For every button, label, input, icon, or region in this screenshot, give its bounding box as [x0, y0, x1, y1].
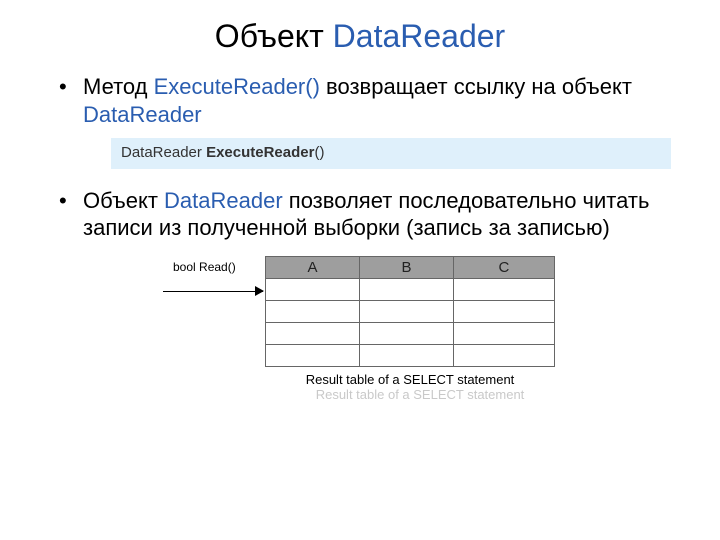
code-ret: DataReader	[121, 144, 206, 161]
bullet-2: Объект DataReader позволяет последовател…	[55, 187, 680, 242]
slide-title: Объект DataReader	[0, 0, 720, 65]
b1-t3: возвращает ссылку на объект	[320, 74, 632, 99]
result-table: A B C	[265, 256, 555, 367]
table-row	[266, 344, 555, 366]
col-header: B	[359, 256, 453, 278]
b2-t2: DataReader	[164, 188, 283, 213]
table-caption: Result table of a SELECT statement	[265, 372, 555, 387]
read-label: bool Read()	[173, 260, 236, 274]
table-row	[266, 278, 555, 300]
b1-t4: DataReader	[83, 102, 202, 127]
code-name: ExecuteReader	[206, 144, 314, 161]
code-bar: DataReader ExecuteReader()	[111, 138, 671, 169]
bullet-1: Метод ExecuteReader() возвращает ссылку …	[55, 73, 680, 169]
b1-t2: ExecuteReader()	[154, 74, 320, 99]
content-area: Метод ExecuteReader() возвращает ссылку …	[0, 65, 720, 416]
table-header-row: A B C	[266, 256, 555, 278]
title-text-2: DataReader	[333, 18, 506, 54]
table-row	[266, 322, 555, 344]
col-header: A	[266, 256, 360, 278]
bullet-list: Метод ExecuteReader() возвращает ссылку …	[55, 73, 680, 242]
arrow-right-icon	[255, 286, 264, 296]
b1-t1: Метод	[83, 74, 154, 99]
b2-t1: Объект	[83, 188, 164, 213]
arrow-line	[163, 291, 263, 292]
title-text-1: Объект	[215, 18, 333, 54]
col-header: C	[453, 256, 554, 278]
table-caption-ghost: Result table of a SELECT statement	[270, 387, 570, 402]
table-row	[266, 300, 555, 322]
diagram: bool Read() A B C Result table of a SELE…	[55, 256, 680, 416]
code-paren: ()	[314, 144, 324, 161]
